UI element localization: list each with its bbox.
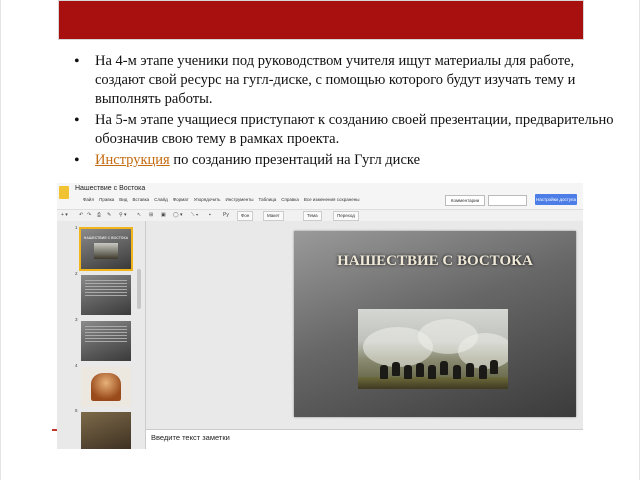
paint-format-icon[interactable]: ✎ [107, 212, 111, 218]
slide-number: 5 [75, 408, 78, 413]
transition-button[interactable]: Переход [333, 211, 359, 221]
slide-thumbnail-4[interactable] [81, 367, 131, 407]
menu-edit[interactable]: Правка [99, 197, 114, 202]
menu-slide[interactable]: Слайд [154, 197, 168, 202]
menu-bar: Файл Правка Вид Вставка Слайд Формат Упорядочи… [83, 197, 364, 202]
bullet-text: по созданию презентаций на Гугл диске [169, 152, 421, 168]
share-button[interactable]: Настройки доступа [535, 194, 577, 205]
bullet-item: Инструкция по созданию презентаций на Гу… [74, 151, 615, 170]
slide-number: 1 [75, 225, 78, 230]
notes-placeholder: Введите текст заметки [151, 433, 230, 442]
slide-thumbnail-1[interactable]: НАШЕСТВИЕ С ВОСТОКА [79, 227, 133, 271]
menu-format[interactable]: Формат [173, 197, 189, 202]
yurt-image [91, 373, 121, 401]
bullet-item: На 4-м этапе ученики под руководством уч… [74, 52, 615, 109]
background-button[interactable]: Фон [237, 211, 254, 221]
instruction-link[interactable]: Инструкция [95, 152, 170, 168]
theme-button[interactable]: Тема [303, 211, 322, 221]
menu-insert[interactable]: Вставка [132, 197, 149, 202]
zoom-icon[interactable]: ⚲ ▾ [119, 212, 127, 218]
speaker-notes[interactable]: Введите текст заметки [146, 429, 583, 449]
menu-help[interactable]: Справка [281, 197, 299, 202]
slide-canvas: НАШЕСТВИЕ С ВОСТОКА [146, 221, 583, 429]
print-icon[interactable]: ⎙ [97, 212, 101, 218]
horsemen-photo[interactable] [358, 309, 508, 389]
thumbnail-title: НАШЕСТВИЕ С ВОСТОКА [83, 236, 129, 240]
slides-logo-icon[interactable] [59, 186, 69, 199]
layout-button[interactable]: Макет [263, 211, 284, 221]
comments-button[interactable]: Комментарии [445, 195, 485, 206]
slide-thumbnail-5[interactable] [81, 412, 131, 449]
bullet-text: На 5-м этапе учащиеся приступают к созда… [95, 112, 614, 147]
filmstrip-scrollbar[interactable] [137, 269, 141, 309]
add-icon[interactable]: + ▾ [61, 212, 68, 218]
present-button[interactable] [488, 195, 527, 206]
menu-file[interactable]: Файл [83, 197, 94, 202]
slide-number: 2 [75, 271, 78, 276]
text-box-icon[interactable]: ⊞ [149, 212, 153, 218]
undo-icon[interactable]: ↶ [79, 212, 83, 218]
slide-thumbnail-2[interactable] [81, 275, 131, 315]
font-menu[interactable]: Ру [223, 212, 229, 218]
filmstrip: 1 НАШЕСТВИЕ С ВОСТОКА 2 3 4 5 [57, 221, 146, 449]
slide-title[interactable]: НАШЕСТВИЕ С ВОСТОКА [294, 253, 576, 270]
menu-table[interactable]: Таблица [259, 197, 277, 202]
menu-tools[interactable]: Инструменты [225, 197, 253, 202]
menu-view[interactable]: Вид [119, 197, 127, 202]
google-slides-screenshot: Нашествие с Востока Файл Правка Вид Вставка… [57, 183, 583, 449]
slide-number: 4 [75, 363, 78, 368]
redo-icon[interactable]: ↷ [87, 212, 91, 218]
document-title[interactable]: Нашествие с Востока [75, 185, 145, 192]
thumbnail-text-lines [85, 326, 127, 344]
thumbnail-image [94, 243, 118, 259]
bullet-item: На 5-м этапе учащиеся приступают к созда… [74, 111, 615, 149]
select-icon[interactable]: ↖ [137, 212, 141, 218]
line-icon[interactable]: ⟍ ▾ [191, 212, 198, 218]
decorative-dash [52, 429, 57, 431]
save-status: Все изменения сохранены [303, 197, 360, 202]
menu-arrange[interactable]: Упорядочить [194, 197, 221, 202]
shape-icon[interactable]: ◯ ▾ [173, 212, 183, 218]
comment-icon[interactable]: ▪ [209, 212, 211, 218]
bullet-text: На 4-м этапе ученики под руководством уч… [95, 53, 576, 107]
slide-number: 3 [75, 317, 78, 322]
image-icon[interactable]: ▣ [161, 212, 166, 218]
current-slide[interactable]: НАШЕСТВИЕ С ВОСТОКА [294, 231, 576, 417]
app-header: Нашествие с Востока Файл Правка Вид Вставка… [57, 183, 583, 209]
presentation-slide: На 4-м этапе ученики под руководством уч… [0, 0, 640, 480]
title-banner [58, 0, 584, 40]
bullet-list: На 4-м этапе ученики под руководством уч… [73, 52, 615, 172]
slide-thumbnail-3[interactable] [81, 321, 131, 361]
thumbnail-text-lines [85, 280, 127, 298]
